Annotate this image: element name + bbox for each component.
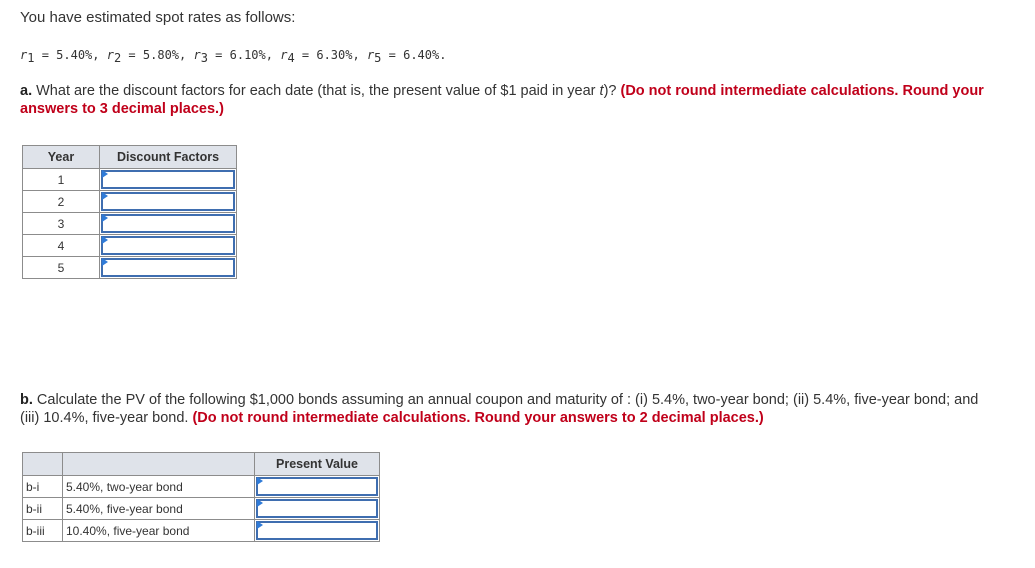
part-b-instruction: (Do not round intermediate calculations.… [192,410,764,426]
discount-factor-input-year-5[interactable] [103,260,233,275]
discount-factor-cell [99,168,237,191]
discount-factor-input-year-4[interactable] [103,238,233,253]
part-b-question: b. Calculate the PV of the following $1,… [20,391,980,427]
spot-rate-2: r2 = 5.80% [106,48,180,65]
header-year: Year [22,145,100,169]
discount-factor-cell [99,190,237,213]
row-id: b-i [22,475,63,498]
intro-text: You have estimated spot rates as follows… [20,9,296,26]
spot-rate-3: r3 = 6.10% [193,48,266,65]
rate-symbol: r [106,48,114,62]
spot-rate-4: r4 = 6.30% [280,48,353,65]
present-value-cell [254,519,380,542]
table-row: b-ii 5.40%, five-year bond [22,497,380,520]
header-present-value: Present Value [254,452,380,476]
spot-rates-line: r1 = 5.40%, r2 = 5.80%, r3 = 6.10%, r4 =… [20,48,447,65]
present-value-cell [254,497,380,520]
discount-factor-input-year-2[interactable] [103,194,233,209]
discount-factor-input-year-3[interactable] [103,216,233,231]
discount-factor-cell [99,212,237,235]
present-value-input-b-ii[interactable] [258,501,376,516]
discount-factor-input-year-1[interactable] [103,172,233,187]
present-value-input-b-i[interactable] [258,479,376,494]
header-discount-factors: Discount Factors [99,145,237,169]
table-row: 1 [22,168,237,191]
table-row: 2 [22,190,237,213]
year-cell: 1 [22,168,100,191]
table-header-row: Year Discount Factors [22,145,237,169]
table-row: 4 [22,234,237,257]
rate-symbol: r [193,48,201,62]
header-description [62,452,255,476]
table-row: 3 [22,212,237,235]
row-id: b-ii [22,497,63,520]
discount-factors-table: Year Discount Factors 1 2 3 4 5 [22,145,237,279]
year-cell: 4 [22,234,100,257]
present-value-table: Present Value b-i 5.40%, two-year bond b… [22,452,380,542]
bond-description: 10.40%, five-year bond [62,519,255,542]
present-value-cell [254,475,380,498]
table-row: b-i 5.40%, two-year bond [22,475,380,498]
year-cell: 2 [22,190,100,213]
present-value-input-b-iii[interactable] [258,523,376,538]
header-id [22,452,63,476]
part-a-question-text: What are the discount factors for each d… [36,83,600,99]
bond-description: 5.40%, two-year bond [62,475,255,498]
part-b-label: b. [20,392,33,408]
year-cell: 3 [22,212,100,235]
spot-rate-1: r1 = 5.40% [20,48,93,65]
table-row: b-iii 10.40%, five-year bond [22,519,380,542]
table-row: 5 [22,256,237,279]
table-header-row: Present Value [22,452,380,476]
spot-rate-5: r5 = 6.40% [366,48,440,65]
discount-factor-cell [99,256,237,279]
year-cell: 5 [22,256,100,279]
row-id: b-iii [22,519,63,542]
discount-factor-cell [99,234,237,257]
bond-description: 5.40%, five-year bond [62,497,255,520]
part-a-label: a. [20,83,33,99]
part-a-question: a. What are the discount factors for eac… [20,83,984,117]
